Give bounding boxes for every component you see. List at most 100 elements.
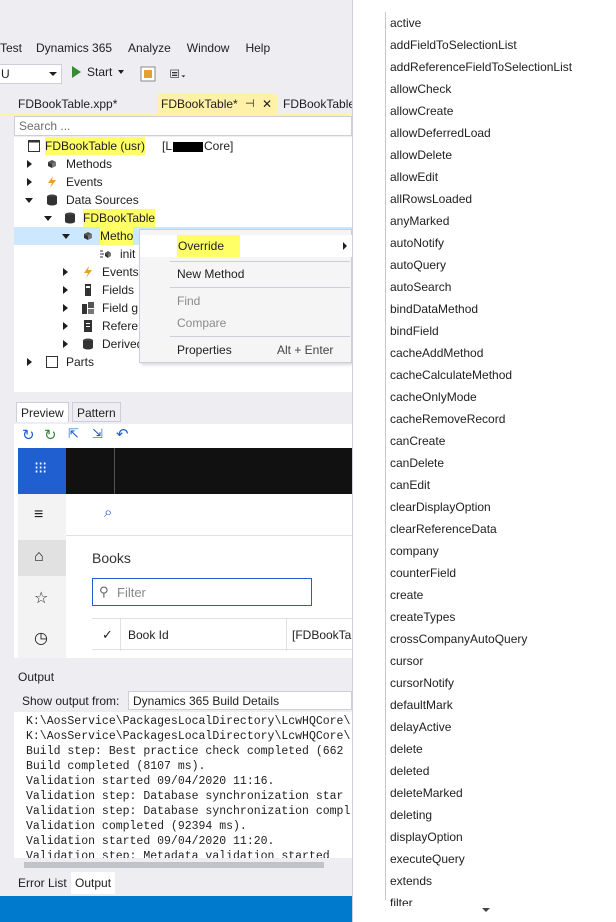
method-list-item[interactable]: allowCheck xyxy=(390,78,451,100)
method-list-item[interactable]: company xyxy=(390,540,439,562)
undo-icon[interactable]: ↶ xyxy=(116,425,129,443)
method-list-item[interactable]: cursorNotify xyxy=(390,672,454,694)
tree-node-derived[interactable]: Derived xyxy=(102,335,143,353)
method-list-item[interactable]: anyMarked xyxy=(390,210,449,232)
method-list-item[interactable]: counterField xyxy=(390,562,456,584)
method-list-item[interactable]: deleted xyxy=(390,760,429,782)
context-menu-new-method[interactable]: New Method xyxy=(140,263,352,285)
method-list-item[interactable]: displayOption xyxy=(390,826,463,848)
search-icon[interactable]: ⌕ xyxy=(104,504,112,521)
expand-arrow-icon[interactable] xyxy=(63,268,68,276)
tab-error-list[interactable]: Error List xyxy=(14,872,71,894)
method-list-item[interactable]: delayActive xyxy=(390,716,451,738)
method-list-item[interactable]: allowEdit xyxy=(390,166,438,188)
method-list-item[interactable]: canEdit xyxy=(390,474,430,496)
tab-fdbooktable-xpp[interactable]: FDBookTable.xpp* xyxy=(14,94,121,114)
collapse-arrow-icon[interactable] xyxy=(44,216,52,221)
method-list-item[interactable]: cacheOnlyMode xyxy=(390,386,477,408)
configuration-combo[interactable]: U xyxy=(0,64,62,84)
menu-item-analyze[interactable]: Analyze xyxy=(128,41,171,55)
home-button[interactable]: ⌂ xyxy=(18,540,66,576)
start-button[interactable]: Start xyxy=(72,65,125,79)
refresh-icon[interactable]: ↻ xyxy=(22,426,35,444)
export-icon[interactable]: ⇲ xyxy=(92,426,103,442)
method-list-item[interactable]: extends xyxy=(390,870,432,892)
tree-node-references[interactable]: Refere xyxy=(102,317,138,335)
menu-item-test[interactable]: Test xyxy=(0,41,22,55)
scrollbar-thumb[interactable] xyxy=(24,862,324,868)
expand-arrow-icon[interactable] xyxy=(63,304,68,312)
method-list-item[interactable]: clearReferenceData xyxy=(390,518,497,540)
method-list-item[interactable]: defaultMark xyxy=(390,694,453,716)
menu-item-dynamics365[interactable]: Dynamics 365 xyxy=(36,41,112,55)
tree-node-data-sources[interactable]: Data Sources xyxy=(66,191,139,209)
close-icon[interactable]: ✕ xyxy=(262,94,272,114)
method-list-item[interactable]: cursor xyxy=(390,650,423,672)
tab-preview[interactable]: Preview xyxy=(16,402,69,422)
toolbar-options-icon[interactable] xyxy=(170,66,186,82)
expand-arrow-icon[interactable] xyxy=(63,286,68,294)
output-hscrollbar[interactable] xyxy=(14,858,352,872)
tab-pattern[interactable]: Pattern xyxy=(72,402,121,422)
grid-col-other[interactable]: [FDBookTa xyxy=(292,628,351,642)
method-list-item[interactable]: cacheAddMethod xyxy=(390,342,483,364)
tree-node-ds-events[interactable]: Events xyxy=(102,263,139,281)
method-list-item[interactable]: clearDisplayOption xyxy=(390,496,491,518)
method-list-item[interactable]: canCreate xyxy=(390,430,445,452)
tree-node-parts[interactable]: Parts xyxy=(66,353,94,371)
refresh-all-icon[interactable]: ↻ xyxy=(44,426,57,444)
grid-col-book-id[interactable]: Book Id xyxy=(128,628,169,642)
method-list-item[interactable]: canDelete xyxy=(390,452,444,474)
tree-node-methods[interactable]: Methods xyxy=(66,155,112,173)
open-external-icon[interactable]: ⇱ xyxy=(68,426,79,442)
method-list-item[interactable]: active xyxy=(390,12,421,34)
method-list-item[interactable]: allowDelete xyxy=(390,144,452,166)
method-list-item[interactable]: deleting xyxy=(390,804,432,826)
method-list-item[interactable]: createTypes xyxy=(390,606,455,628)
checkmark-icon[interactable]: ✓ xyxy=(102,627,113,643)
menu-item-window[interactable]: Window xyxy=(187,41,230,55)
attach-icon[interactable] xyxy=(140,66,156,82)
tree-node-init[interactable]: init xyxy=(120,245,135,263)
method-list-item[interactable]: crossCompanyAutoQuery xyxy=(390,628,527,650)
expand-arrow-icon[interactable] xyxy=(27,178,32,186)
menu-item-help[interactable]: Help xyxy=(245,41,270,55)
method-list-item[interactable]: executeQuery xyxy=(390,848,465,870)
hamburger-icon[interactable]: ≡ xyxy=(34,506,43,524)
tab-fdbooktable[interactable]: FDBookTable xyxy=(279,94,352,114)
scroll-down-icon[interactable] xyxy=(482,908,490,912)
expand-arrow-icon[interactable] xyxy=(63,340,68,348)
clock-icon[interactable]: ◷ xyxy=(34,628,48,648)
tree-node-events[interactable]: Events xyxy=(66,173,103,191)
collapse-arrow-icon[interactable] xyxy=(62,234,70,239)
expand-arrow-icon[interactable] xyxy=(63,322,68,330)
method-list-item[interactable]: cacheCalculateMethod xyxy=(390,364,512,386)
app-launcher-button[interactable]: ⁝⁝⁝ xyxy=(18,448,66,494)
method-list-item[interactable]: create xyxy=(390,584,423,606)
tree-root-node[interactable]: FDBookTable (usr) xyxy=(45,137,146,155)
method-list-item[interactable]: bindDataMethod xyxy=(390,298,478,320)
tree-node-ds-fdbooktable[interactable]: FDBookTable xyxy=(83,209,156,227)
tree-node-fields[interactable]: Fields xyxy=(102,281,134,299)
method-list-item[interactable]: delete xyxy=(390,738,423,760)
method-list-item[interactable]: autoSearch xyxy=(390,276,451,298)
method-list-item[interactable]: deleteMarked xyxy=(390,782,463,804)
method-list-item[interactable]: autoQuery xyxy=(390,254,446,276)
pin-icon[interactable]: ⊣ xyxy=(245,94,255,114)
filter-input[interactable]: ⚲ Filter xyxy=(92,578,312,606)
method-list-item[interactable]: filter xyxy=(390,892,413,906)
collapse-arrow-icon[interactable] xyxy=(25,198,33,203)
tab-fdbooktable-active[interactable]: FDBookTable* ⊣ ✕ xyxy=(157,94,277,114)
method-list-item[interactable]: addReferenceFieldToSelectionList xyxy=(390,56,572,78)
method-list-item[interactable]: cacheRemoveRecord xyxy=(390,408,505,430)
method-list-item[interactable]: allowCreate xyxy=(390,100,453,122)
method-list-item[interactable]: addFieldToSelectionList xyxy=(390,34,517,56)
method-list-item[interactable]: allRowsLoaded xyxy=(390,188,472,210)
tree-node-ds-methods[interactable]: Metho xyxy=(100,227,134,245)
tab-output[interactable]: Output xyxy=(71,872,116,894)
context-menu-override[interactable]: Override xyxy=(140,235,352,257)
expand-arrow-icon[interactable] xyxy=(27,160,32,168)
method-list-item[interactable]: allowDeferredLoad xyxy=(390,122,491,144)
output-source-select[interactable]: Dynamics 365 Build Details xyxy=(128,691,352,710)
method-list-item[interactable]: bindField xyxy=(390,320,439,342)
